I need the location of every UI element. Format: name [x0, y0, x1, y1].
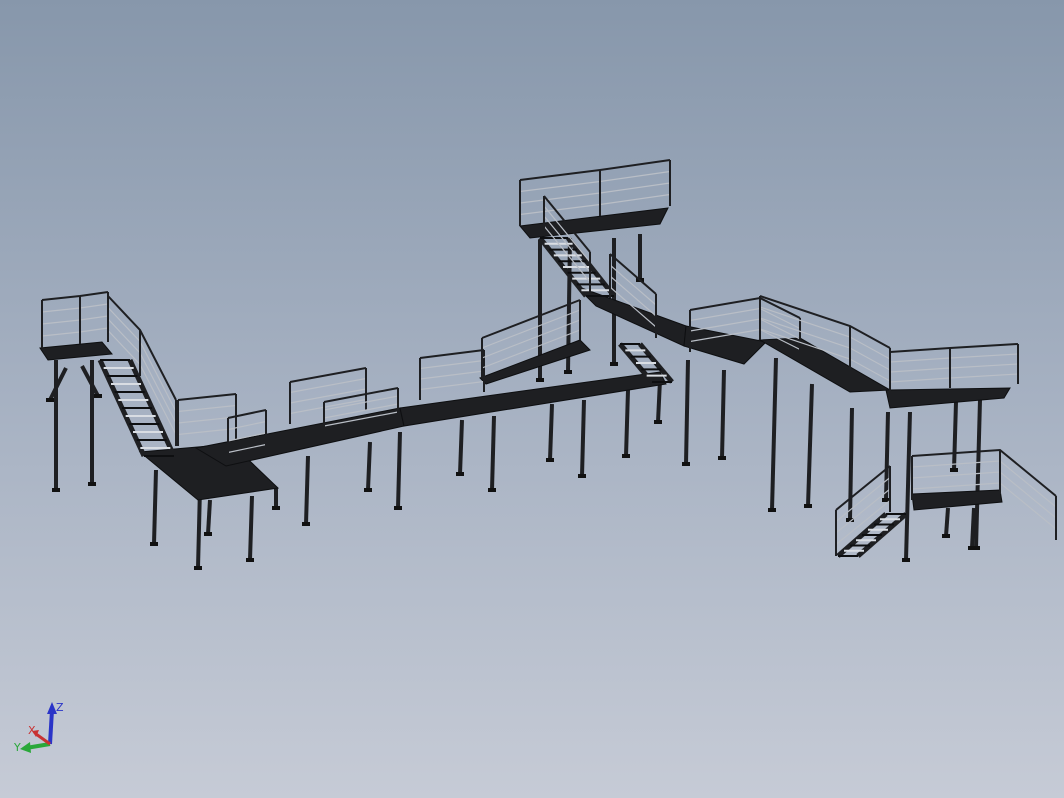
column-foot: [968, 546, 976, 550]
walkway-decks: [39, 207, 1011, 511]
support-column: [970, 507, 976, 549]
support-column: [806, 383, 814, 507]
orientation-triad: Z X Y: [13, 701, 64, 754]
support-column: [248, 495, 254, 561]
column-foot: [88, 482, 96, 486]
support-column: [458, 419, 464, 475]
column-foot: [94, 394, 102, 398]
column-foot: [536, 378, 544, 382]
walkway-rail-c-mid-rail: [419, 370, 485, 380]
top-platform-rail-mid-rail: [519, 182, 671, 204]
support-column: [206, 499, 212, 535]
support-column: [304, 455, 310, 525]
column-foot: [204, 532, 212, 536]
top-platform-rail-mid-rail: [519, 170, 671, 193]
landing-rail-2-top-rail: [227, 409, 267, 419]
left-platform-rail-mid-rail: [41, 315, 109, 325]
column-foot: [364, 488, 372, 492]
z-axis-line: [48, 709, 54, 745]
right-platform-rail-mid-rail: [889, 353, 1019, 363]
support-column: [952, 401, 958, 471]
x-axis-line: [35, 732, 51, 746]
column-foot: [546, 458, 554, 462]
graphics-viewport[interactable]: Z X Y: [0, 0, 1064, 798]
column-foot: [52, 488, 60, 492]
support-column: [548, 403, 554, 461]
left-platform-rail-mid-rail: [41, 303, 109, 313]
support-column: [904, 411, 912, 561]
deck-plate: [911, 489, 1003, 511]
column-foot: [610, 362, 618, 366]
bridge-rail-top-rail: [609, 253, 657, 295]
deck-plate: [683, 325, 768, 365]
walkway-rail-c-top-rail: [419, 349, 485, 359]
column-foot: [194, 566, 202, 570]
column-foot: [456, 472, 464, 476]
right-stair-rail-mid-rail: [835, 488, 891, 534]
left-platform-rail-top-rail: [41, 291, 109, 301]
right-platform-rail-mid-rail: [889, 363, 1019, 373]
support-column: [490, 415, 496, 491]
column-foot: [682, 462, 690, 466]
column-foot: [46, 398, 54, 402]
walkway-rail-a-top-rail: [289, 367, 367, 383]
landing-rail-2-mid-rail: [227, 420, 267, 431]
support-column: [944, 507, 950, 537]
support-column: [684, 359, 690, 465]
support-column: [152, 469, 158, 545]
column-foot: [718, 456, 726, 460]
deck-plate: [758, 337, 892, 393]
column-foot: [302, 522, 310, 526]
ramp-rail-top-rail: [481, 299, 581, 339]
support-column: [366, 441, 372, 491]
support-column: [884, 411, 890, 501]
column-foot: [622, 454, 630, 458]
y-axis-label: Y: [13, 741, 21, 754]
walkway-platform-model[interactable]: [0, 0, 1064, 798]
column-foot: [942, 534, 950, 538]
column-foot: [654, 420, 662, 424]
walkway-rail-b-mid-rail: [323, 395, 399, 411]
support-column: [580, 399, 586, 477]
support-column: [848, 407, 854, 521]
column-foot: [950, 468, 958, 472]
x-axis-label: X: [28, 724, 36, 737]
column-foot: [394, 506, 402, 510]
top-platform-rail-top-rail: [519, 159, 671, 181]
column-foot: [902, 558, 910, 562]
deck-plate: [519, 207, 669, 239]
support-column: [770, 357, 778, 511]
walkway-rail-c-mid-rail: [419, 359, 485, 370]
right-stair-rail-top-rail: [835, 465, 891, 511]
ramp-rail-mid-rail: [481, 309, 581, 349]
right-platform-rail-mid-rail: [889, 373, 1019, 383]
column-foot: [578, 474, 586, 478]
bridge-rail-mid-rail: [609, 264, 657, 306]
column-foot: [150, 542, 158, 546]
support-column: [720, 369, 726, 459]
landing-rail-top-rail: [177, 393, 237, 401]
support-column: [656, 379, 662, 423]
left-platform-rail-mid-rail: [41, 327, 109, 337]
column-foot: [768, 508, 776, 512]
z-axis-label: Z: [56, 701, 64, 714]
support-column: [624, 389, 630, 457]
deck-plate: [39, 341, 113, 361]
deck-plate: [885, 387, 1011, 409]
column-foot: [488, 488, 496, 492]
landing-rail-mid-rail: [177, 404, 237, 413]
column-foot: [564, 370, 572, 374]
column-foot: [804, 504, 812, 508]
walkway-rail-c-mid-rail: [419, 380, 485, 391]
y-axis-arrow: [20, 742, 31, 753]
column-foot: [246, 558, 254, 562]
column-foot: [272, 506, 280, 510]
support-column: [396, 431, 402, 509]
right-platform-rail-top-rail: [889, 343, 1019, 353]
